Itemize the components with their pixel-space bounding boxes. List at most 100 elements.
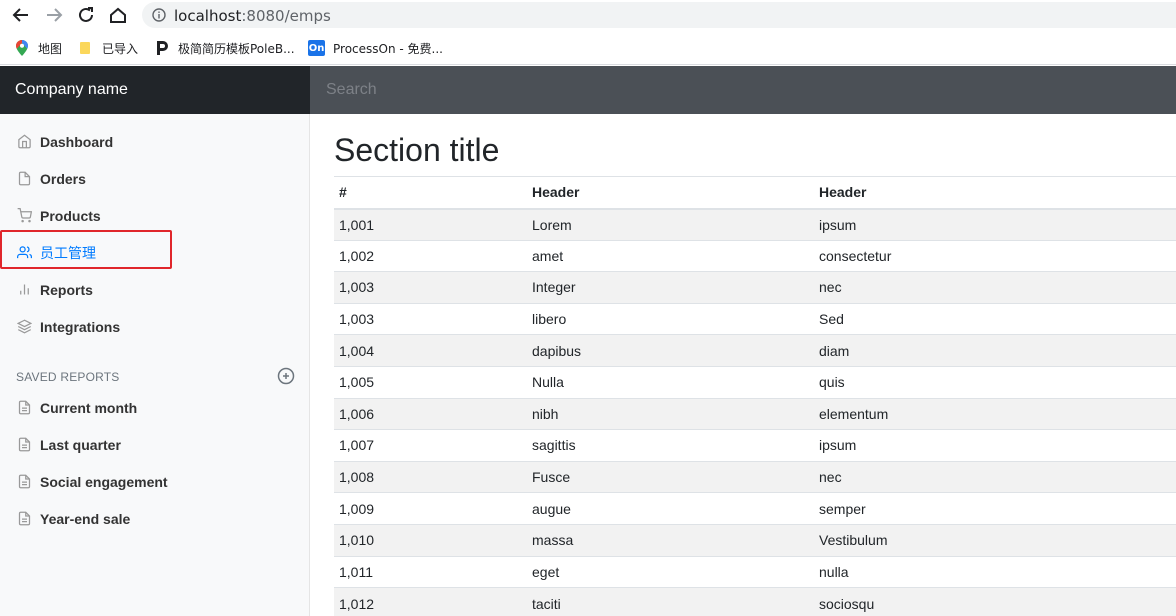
- folder-icon: [78, 40, 94, 56]
- home-icon: [16, 134, 32, 150]
- url-path: :8080/emps: [241, 7, 331, 25]
- sidebar-item-label: Reports: [40, 281, 93, 298]
- address-bar[interactable]: localhost:8080/emps: [142, 2, 1176, 28]
- brand[interactable]: Company name: [0, 66, 310, 114]
- table-row: 1,002 amet consectetur: [334, 239, 1176, 272]
- bookmark-label: 地图: [38, 41, 63, 56]
- bookmark-label: 极简简历模板PoleB...: [178, 41, 295, 56]
- table-header-row: # Header Header: [334, 176, 1176, 210]
- back-button[interactable]: [10, 4, 32, 26]
- section-title: Section title: [334, 132, 500, 168]
- reload-icon: [79, 7, 93, 22]
- sidebar-item-label: Integrations: [40, 318, 121, 335]
- sidebar-item-label: Social engagement: [40, 473, 168, 490]
- bookmark-label: ProcessOn - 免费...: [333, 41, 443, 56]
- table-cell: 1,008: [334, 460, 527, 493]
- table-cell: eget: [527, 555, 814, 588]
- table-row: 1,004 dapibus diam: [334, 334, 1176, 367]
- sidebar-item-last-quarter[interactable]: Last quarter: [0, 426, 310, 463]
- table-cell: 1,001: [334, 208, 527, 241]
- browser-toolbar: localhost:8080/emps: [0, 0, 1176, 30]
- table-row: 1,003 libero Sed: [334, 302, 1176, 335]
- saved-reports-heading: SAVED REPORTS: [16, 370, 120, 384]
- poleb-logo-icon: [154, 40, 170, 56]
- table-row: 1,006 nibh elementum: [334, 397, 1176, 430]
- table-cell: nibh: [527, 397, 814, 430]
- table-cell: consectetur: [814, 239, 1176, 272]
- sidebar-item-label: Dashboard: [40, 133, 114, 150]
- table-cell: Fusce: [527, 460, 814, 493]
- bookmark-resume-template[interactable]: 极简简历模板PoleB...: [154, 39, 295, 57]
- data-table: # Header Header 1,001 Lorem ipsum 1,002 amet…: [334, 176, 1176, 616]
- shopping-cart-icon: [16, 208, 32, 224]
- bookmark-processon[interactable]: On ProcessOn - 免费...: [308, 39, 443, 57]
- sidebar-item-orders[interactable]: Orders: [0, 160, 310, 197]
- sidebar-item-reports[interactable]: Reports: [0, 271, 310, 308]
- table-cell: 1,012: [334, 587, 527, 616]
- url-text: localhost:8080/emps: [174, 7, 331, 25]
- sidebar-item-integrations[interactable]: Integrations: [0, 308, 310, 345]
- table-row: 1,009 augue semper: [334, 492, 1176, 525]
- file-text-icon: [16, 400, 32, 416]
- table-cell: Integer: [527, 271, 814, 304]
- forward-button[interactable]: [43, 4, 65, 26]
- plus-circle-icon[interactable]: [277, 367, 295, 385]
- table-cell: 1,010: [334, 523, 527, 557]
- table-cell: dapibus: [527, 334, 814, 367]
- column-header: Header: [814, 176, 1176, 210]
- sidebar-item-current-month[interactable]: Current month: [0, 389, 310, 426]
- table-cell: diam: [814, 334, 1176, 367]
- bookmark-label: 已导入: [102, 41, 139, 56]
- table-cell: nec: [814, 271, 1176, 304]
- file-text-icon: [16, 437, 32, 453]
- sidebar-item-dashboard[interactable]: Dashboard: [0, 123, 310, 160]
- file-text-icon: [16, 474, 32, 490]
- processon-logo-icon: On: [308, 40, 325, 56]
- table-cell: 1,002: [334, 239, 527, 272]
- column-header: #: [334, 176, 527, 210]
- home-button[interactable]: [107, 4, 129, 26]
- arrow-right-icon: [47, 8, 63, 22]
- column-header: Header: [527, 176, 814, 210]
- sidebar-item-label: Products: [40, 207, 101, 224]
- table-row: 1,007 sagittis ipsum: [334, 429, 1176, 462]
- highlight-annotation: [0, 230, 172, 269]
- table-row: 1,001 Lorem ipsum: [334, 208, 1176, 241]
- table-cell: Lorem: [527, 208, 814, 241]
- map-pin-icon: [14, 40, 30, 56]
- table-row: 1,008 Fusce nec: [334, 460, 1176, 493]
- table-cell: elementum: [814, 397, 1176, 430]
- home-icon: [110, 7, 126, 23]
- bookmark-map[interactable]: 地图: [14, 39, 62, 57]
- table-cell: 1,006: [334, 397, 527, 430]
- bookmark-imported[interactable]: 已导入: [78, 39, 138, 57]
- table-row: 1,010 massa Vestibulum: [334, 523, 1176, 557]
- table-row: 1,012 taciti sociosqu: [334, 587, 1176, 616]
- search-input[interactable]: [310, 66, 1176, 114]
- sidebar-item-social-engagement[interactable]: Social engagement: [0, 463, 310, 500]
- table-cell: amet: [527, 239, 814, 272]
- reload-button[interactable]: [75, 4, 97, 26]
- sidebar: Dashboard Orders Products 员工管理 Reports I…: [0, 114, 310, 616]
- sidebar-item-label: Year-end sale: [40, 510, 131, 527]
- table-cell: libero: [527, 302, 814, 335]
- table-body: 1,001 Lorem ipsum 1,002 amet consectetur 1,003…: [334, 208, 1176, 616]
- sidebar-item-year-end-sale[interactable]: Year-end sale: [0, 500, 310, 537]
- layers-icon: [16, 319, 32, 335]
- table-cell: 1,003: [334, 302, 527, 335]
- sidebar-item-label: Last quarter: [40, 436, 121, 453]
- processon-logo-text: On: [308, 42, 325, 54]
- table-cell: ipsum: [814, 208, 1176, 241]
- table-cell: 1,004: [334, 334, 527, 367]
- table-cell: 1,011: [334, 555, 527, 588]
- table-cell: sociosqu: [814, 587, 1176, 616]
- info-icon[interactable]: [152, 8, 166, 22]
- table-cell: 1,003: [334, 271, 527, 304]
- file-icon: [16, 171, 32, 187]
- table-cell: 1,007: [334, 429, 527, 462]
- sidebar-item-label: Orders: [40, 170, 86, 187]
- table-cell: nec: [814, 460, 1176, 493]
- sidebar-item-label: Current month: [40, 399, 138, 416]
- table-row: 1,005 Nulla quis: [334, 365, 1176, 399]
- sidebar-item-products[interactable]: Products: [0, 197, 310, 234]
